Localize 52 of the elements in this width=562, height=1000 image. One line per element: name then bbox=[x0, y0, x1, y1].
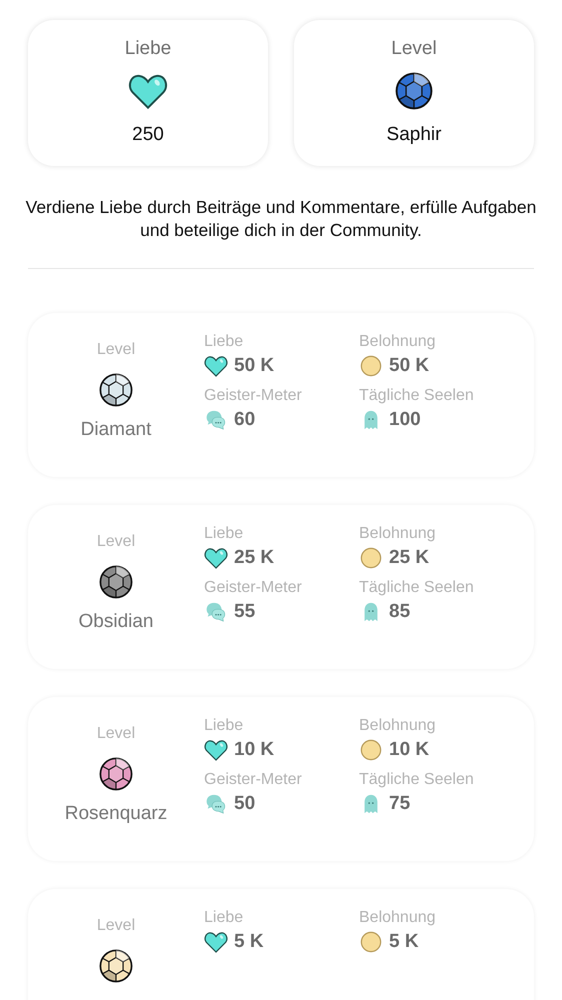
level-label: Level bbox=[96, 533, 136, 551]
summary-value: 250 bbox=[132, 124, 164, 146]
level-name: Rosenquarz bbox=[64, 803, 168, 825]
heart-icon bbox=[204, 547, 228, 569]
stat-label: Geister-Meter bbox=[204, 771, 303, 789]
stat-value: 55 bbox=[234, 601, 256, 623]
heart-icon bbox=[204, 931, 228, 953]
stat-value: 5 K bbox=[389, 931, 419, 953]
stat-label: Tägliche Seelen bbox=[359, 387, 475, 405]
stat-value: 25 K bbox=[389, 547, 430, 569]
stat-label: Liebe bbox=[204, 717, 244, 735]
stat-value: 5 K bbox=[234, 931, 264, 953]
stat-value: 100 bbox=[389, 409, 421, 431]
stat-label: Liebe bbox=[204, 909, 244, 927]
level-label: Level bbox=[96, 341, 136, 359]
stat-value: 50 bbox=[234, 793, 256, 815]
coin-icon bbox=[359, 739, 383, 761]
stat-label: Belohnung bbox=[359, 717, 437, 735]
stat-value: 85 bbox=[389, 601, 410, 623]
stat-label: Belohnung bbox=[359, 525, 437, 543]
stat-label: Tägliche Seelen bbox=[359, 771, 475, 789]
stat-value: 60 bbox=[234, 409, 256, 431]
summary-label: Level bbox=[391, 38, 437, 60]
stat-label: Belohnung bbox=[359, 909, 437, 927]
level-label: Level bbox=[96, 725, 136, 743]
stat-value: 10 K bbox=[234, 739, 274, 761]
stat-value: 75 bbox=[389, 793, 410, 815]
coin-icon bbox=[359, 547, 383, 569]
stat-value: 50 K bbox=[389, 355, 430, 377]
level-label: Level bbox=[96, 917, 136, 935]
stat-label: Liebe bbox=[204, 525, 244, 543]
stat-label: Geister-Meter bbox=[204, 579, 303, 597]
heart-icon bbox=[204, 355, 228, 377]
summary-label: Liebe bbox=[124, 38, 172, 60]
stat-label: Belohnung bbox=[359, 333, 437, 351]
chat-bubbles-icon bbox=[204, 409, 228, 431]
stat-label: Geister-Meter bbox=[204, 387, 303, 405]
coin-icon bbox=[359, 931, 383, 953]
coin-icon bbox=[359, 355, 383, 377]
level-name: Obsidian bbox=[78, 611, 154, 633]
stat-label: Tägliche Seelen bbox=[359, 579, 475, 597]
stat-value: 10 K bbox=[389, 739, 430, 761]
summary-value: Saphir bbox=[386, 124, 442, 146]
info-text: Verdiene Liebe durch Beiträge und Kommentare, erfülle Aufgaben und beteilige dich in der Community. bbox=[24, 196, 538, 242]
chat-bubbles-icon bbox=[204, 793, 228, 815]
stat-value: 25 K bbox=[234, 547, 274, 569]
heart-icon bbox=[128, 72, 168, 110]
heart-icon bbox=[204, 739, 228, 761]
level-name: Diamant bbox=[80, 419, 152, 441]
chat-bubbles-icon bbox=[204, 601, 228, 623]
stat-label: Liebe bbox=[204, 333, 244, 351]
stat-value: 50 K bbox=[234, 355, 274, 377]
